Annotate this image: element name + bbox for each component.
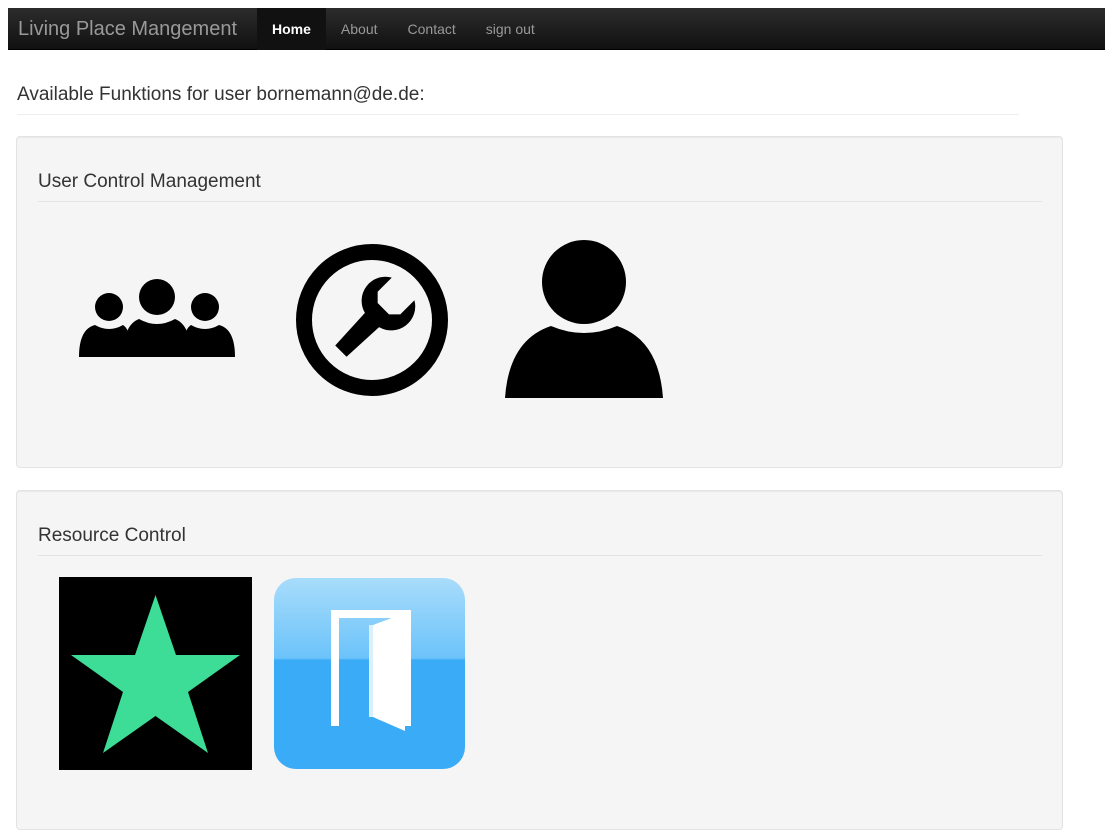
group-icon[interactable] [77, 277, 237, 362]
page-title: Available Funktions for user bornemann@d… [17, 84, 425, 105]
page-header: Available Funktions for user bornemann@d… [17, 84, 1019, 115]
brand-link[interactable]: Living Place Mangement [8, 8, 257, 50]
nav-about[interactable]: About [326, 8, 393, 50]
star-icon[interactable] [59, 577, 252, 770]
nav-menu: Home About Contact sign out [257, 7, 550, 50]
navbar: Living Place Mangement Home About Contac… [8, 7, 1105, 50]
user-control-section: User Control Management [16, 136, 1063, 468]
user-control-title: User Control Management [38, 171, 261, 192]
door-icon[interactable] [273, 577, 466, 770]
section-divider [38, 201, 1042, 202]
nav-contact[interactable]: Contact [393, 8, 471, 50]
section-divider [38, 555, 1042, 556]
nav-home[interactable]: Home [257, 7, 326, 50]
resource-control-title: Resource Control [38, 525, 186, 546]
user-icon[interactable] [505, 240, 663, 400]
resource-control-section: Resource Control [16, 490, 1063, 830]
nav-sign-out[interactable]: sign out [471, 8, 550, 50]
wrench-icon[interactable] [292, 240, 452, 400]
